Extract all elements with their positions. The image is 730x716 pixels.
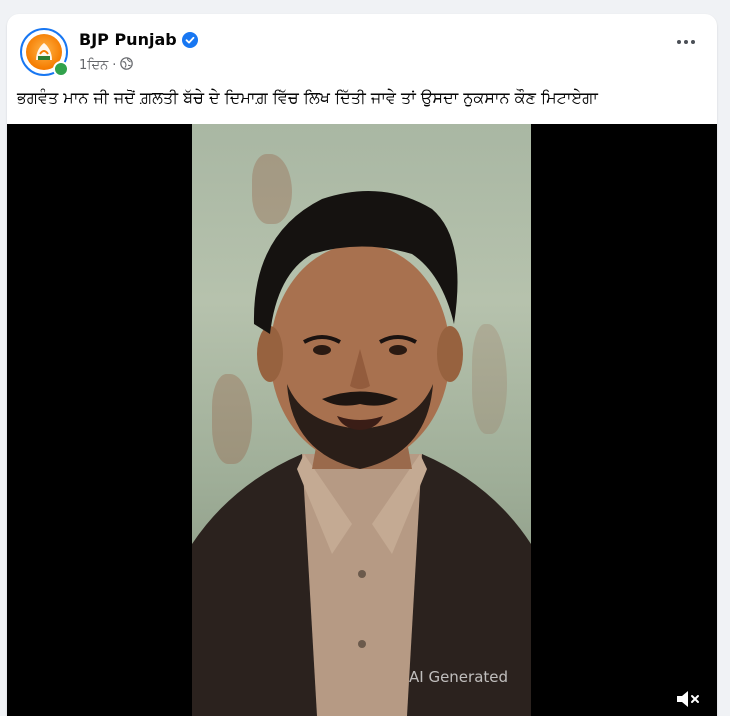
page-name-row: BJP Punjab — [79, 30, 198, 49]
post-card: BJP Punjab 1ਦਿਨ · ਭਗਵੰਤ ਮਾਨ ਜੀ ਜਦੋਂ ਗ਼ਲਤ… — [7, 14, 717, 716]
post-time[interactable]: 1ਦਿਨ — [79, 58, 108, 73]
post-meta: 1ਦਿਨ · — [79, 57, 134, 74]
muted-speaker-icon[interactable] — [675, 688, 701, 710]
more-options-icon[interactable] — [677, 40, 695, 44]
ai-generated-watermark: AI Generated — [409, 668, 509, 686]
online-status-dot — [53, 61, 69, 77]
meta-separator: · — [112, 58, 117, 73]
person-image — [192, 191, 531, 716]
video-frame — [192, 124, 531, 716]
globe-icon[interactable] — [120, 57, 134, 74]
video-player[interactable]: AI Generated — [7, 124, 717, 716]
verified-badge-icon — [181, 31, 198, 48]
page-avatar[interactable] — [20, 28, 69, 77]
post-caption: ਭਗਵੰਤ ਮਾਨ ਜੀ ਜਦੋਂ ਗ਼ਲਤੀ ਬੱਚੇ ਦੇ ਦਿਮਾਗ਼ ਵ… — [17, 88, 598, 107]
page-name[interactable]: BJP Punjab — [79, 30, 177, 49]
